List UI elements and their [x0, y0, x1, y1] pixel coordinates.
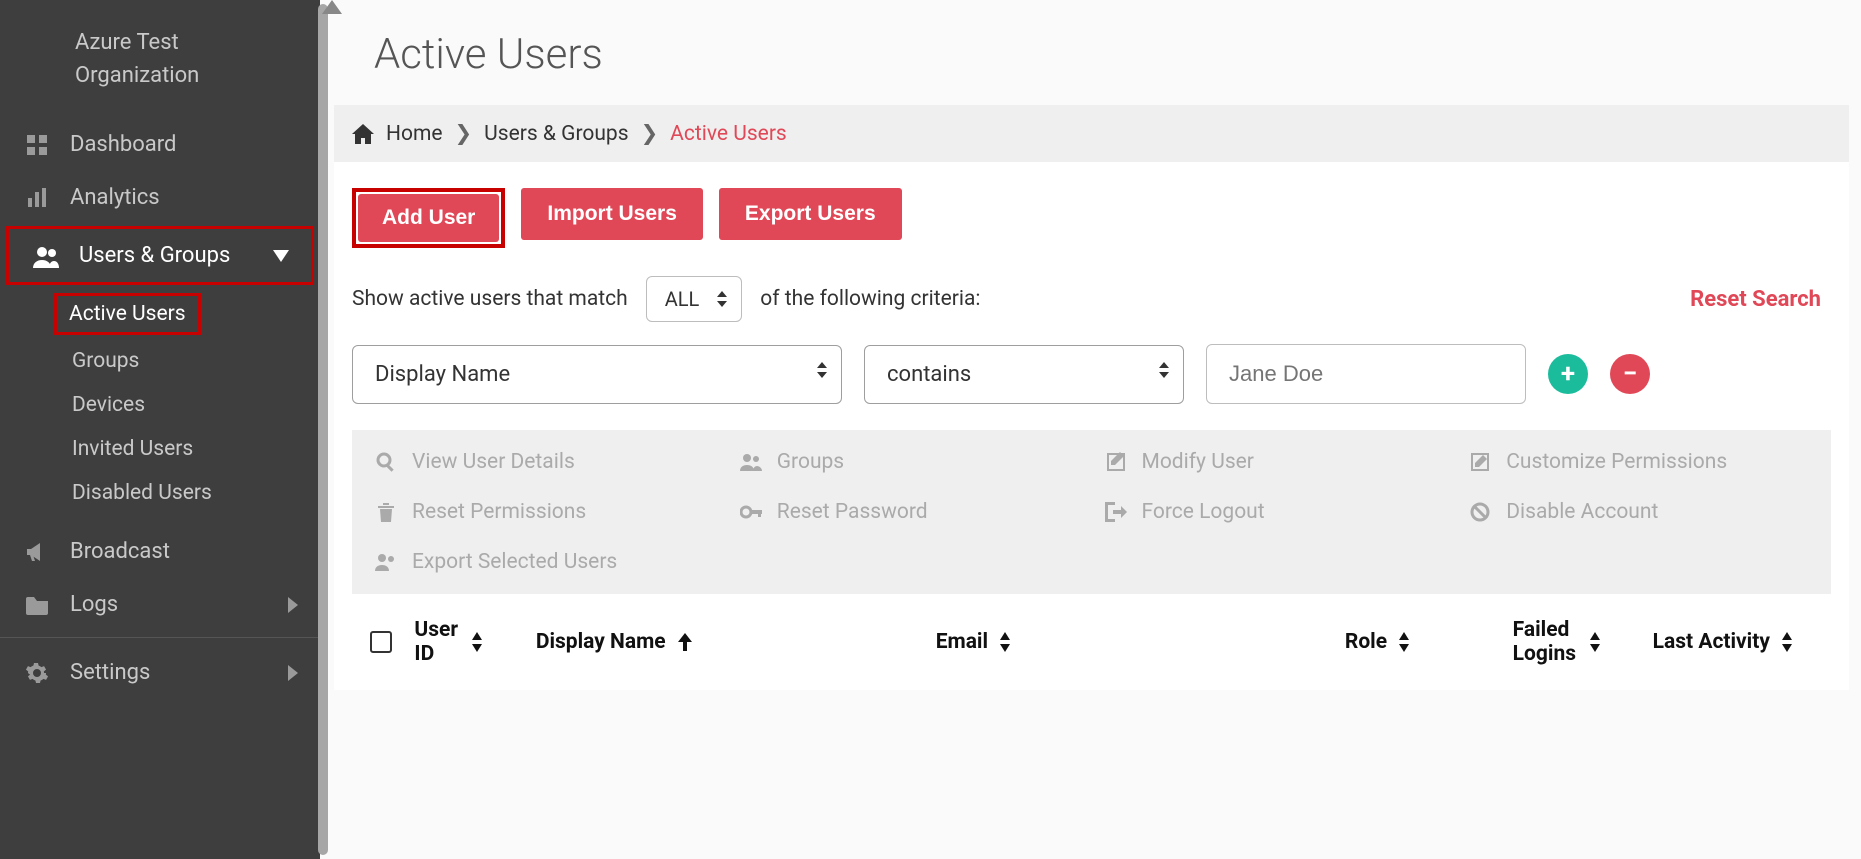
select-caret-icon [1159, 362, 1169, 378]
breadcrumb-sep-icon: ❯ [455, 121, 473, 146]
export-users-button[interactable]: Export Users [719, 188, 902, 240]
select-all-checkbox[interactable] [370, 631, 392, 653]
sidebar-label: Settings [70, 660, 150, 685]
sidebar-item-broadcast[interactable]: Broadcast [0, 525, 320, 578]
filter-prefix-text: Show active users that match [352, 287, 628, 311]
action-reset-password[interactable]: Reset Password [727, 500, 1092, 524]
add-user-button[interactable]: Add User [358, 194, 499, 242]
home-icon[interactable] [352, 124, 374, 144]
action-disable-account[interactable]: Disable Account [1456, 500, 1821, 524]
sidebar-label: Logs [70, 592, 118, 617]
sort-both-icon [472, 632, 482, 652]
sidebar-label: Broadcast [70, 539, 170, 564]
logout-icon [1104, 502, 1128, 522]
sidebar-label: Analytics [70, 185, 160, 210]
th-role[interactable]: Role [1345, 630, 1503, 654]
chevron-right-icon [288, 665, 298, 681]
sidebar-subitem-groups[interactable]: Groups [0, 339, 320, 383]
action-customize-permissions[interactable]: Customize Permissions [1456, 450, 1821, 474]
breadcrumb-home[interactable]: Home [386, 122, 443, 146]
org-line2: Organization [75, 59, 300, 92]
reset-search-link[interactable]: Reset Search [1690, 287, 1831, 312]
action-groups[interactable]: Groups [727, 450, 1092, 474]
criteria-field-select[interactable]: Display Name [352, 345, 842, 404]
select-caret-icon [717, 291, 727, 307]
filter-match-mode-select[interactable]: ALL [646, 276, 743, 322]
key-icon [739, 502, 763, 522]
breadcrumb-sep-icon: ❯ [641, 121, 659, 146]
org-line1: Azure Test [75, 26, 300, 59]
users-icon [739, 453, 763, 471]
sidebar-sublist-users-groups: Active Users Groups Devices Invited User… [0, 287, 320, 525]
th-failed-logins[interactable]: Failed Logins [1513, 618, 1643, 666]
remove-criteria-button[interactable]: − [1610, 354, 1650, 394]
sort-asc-icon [678, 633, 692, 651]
sidebar-subitem-disabled-users[interactable]: Disabled Users [0, 471, 320, 515]
sidebar-item-settings[interactable]: Settings [0, 637, 320, 699]
th-last-activity[interactable]: Last Activity [1653, 630, 1829, 654]
page-title: Active Users [334, 0, 1861, 105]
chevron-right-icon [288, 597, 298, 613]
breadcrumb-users-groups[interactable]: Users & Groups [484, 122, 628, 146]
criteria-operator-select[interactable]: contains [864, 345, 1184, 404]
sidebar-item-logs[interactable]: Logs [0, 578, 320, 631]
analytics-icon [22, 186, 52, 210]
action-view-user-details[interactable]: View User Details [362, 450, 727, 474]
ban-icon [1468, 502, 1492, 522]
sidebar-item-dashboard[interactable]: Dashboard [0, 118, 320, 171]
sort-both-icon [1399, 632, 1409, 652]
filter-match-mode-value: ALL [665, 287, 700, 311]
action-modify-user[interactable]: Modify User [1092, 450, 1457, 474]
filter-suffix-text: of the following criteria: [760, 287, 980, 311]
logs-icon [22, 595, 52, 615]
gear-icon [22, 661, 52, 685]
table-header-row: User ID Display Name Email [334, 594, 1849, 690]
sidebar-label: Dashboard [70, 132, 176, 157]
bulk-actions-toolbar: View User Details Groups Modify User Cus… [352, 430, 1831, 594]
sidebar-item-analytics[interactable]: Analytics [0, 171, 320, 224]
users-export-icon [374, 553, 398, 571]
edit-icon [1104, 452, 1128, 472]
sidebar-scrollbar[interactable] [318, 4, 328, 855]
sidebar-subitem-invited-users[interactable]: Invited Users [0, 427, 320, 471]
breadcrumb-current: Active Users [670, 122, 787, 146]
edit-square-icon [1468, 452, 1492, 472]
th-user-id[interactable]: User ID [414, 618, 525, 666]
criteria-value-input[interactable] [1206, 344, 1526, 404]
select-caret-icon [817, 362, 827, 378]
th-display-name[interactable]: Display Name [536, 630, 926, 654]
import-users-button[interactable]: Import Users [521, 188, 703, 240]
action-force-logout[interactable]: Force Logout [1092, 500, 1457, 524]
main-content: Active Users Home ❯ Users & Groups ❯ Act… [320, 0, 1861, 859]
sidebar-item-users-groups[interactable]: Users & Groups [9, 229, 311, 282]
sidebar: Azure Test Organization Dashboard Analyt… [0, 0, 320, 859]
sort-both-icon [1000, 632, 1010, 652]
users-icon [31, 244, 61, 268]
th-email[interactable]: Email [936, 630, 1335, 654]
sidebar-subitem-active-users[interactable]: Active Users [69, 302, 186, 326]
sidebar-collapse-toggle[interactable] [322, 0, 342, 14]
sidebar-subitem-devices[interactable]: Devices [0, 383, 320, 427]
trash-icon [374, 502, 398, 522]
criteria-field-value: Display Name [375, 362, 510, 387]
sidebar-label: Users & Groups [79, 243, 230, 268]
action-reset-permissions[interactable]: Reset Permissions [362, 500, 727, 524]
org-name: Azure Test Organization [0, 0, 320, 118]
caret-down-icon [273, 250, 289, 262]
breadcrumb: Home ❯ Users & Groups ❯ Active Users [334, 105, 1849, 162]
add-criteria-button[interactable]: + [1548, 354, 1588, 394]
action-export-selected-users[interactable]: Export Selected Users [362, 550, 1821, 574]
dashboard-icon [22, 133, 52, 157]
broadcast-icon [22, 540, 52, 564]
sort-both-icon [1590, 632, 1600, 652]
criteria-operator-value: contains [887, 362, 971, 387]
search-icon [374, 452, 398, 472]
sort-both-icon [1782, 632, 1792, 652]
